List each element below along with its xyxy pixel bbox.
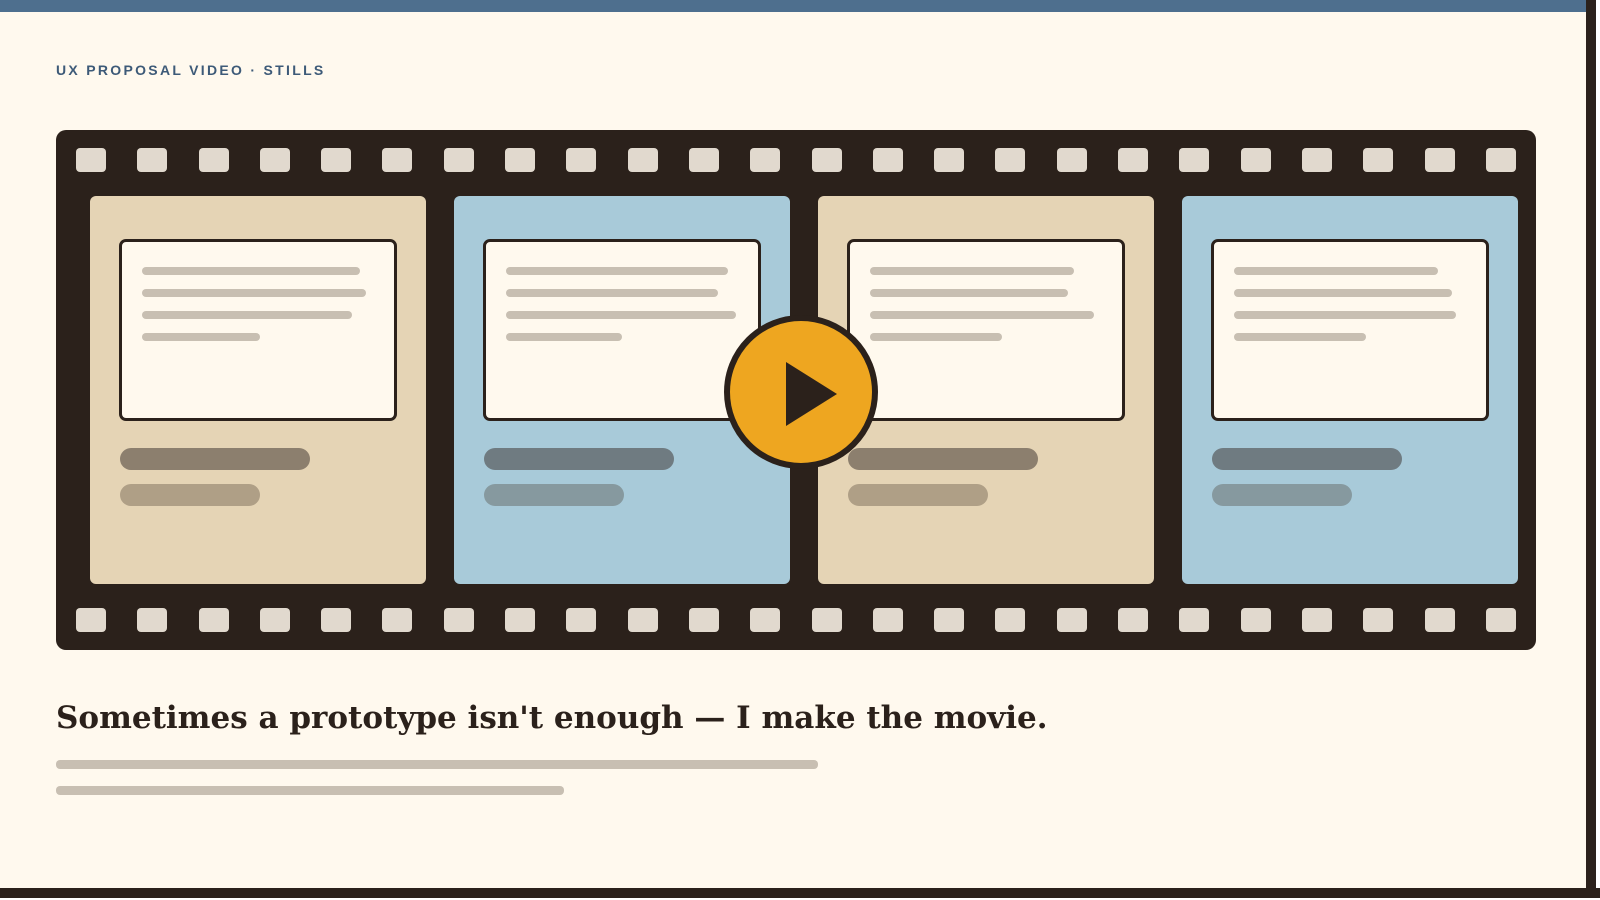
film-perforation — [1301, 148, 1332, 172]
play-icon — [786, 362, 837, 426]
film-perforation — [872, 148, 903, 172]
film-perforations-bottom — [76, 608, 1516, 632]
placeholder-line — [1234, 267, 1438, 275]
film-perforations-top — [76, 148, 1516, 172]
placeholder-line — [506, 311, 736, 319]
page-headline: Sometimes a prototype isn't enough — I m… — [56, 700, 1048, 736]
film-perforation — [198, 608, 229, 632]
placeholder-line — [142, 333, 260, 341]
play-video-button[interactable] — [724, 315, 878, 469]
mock-window — [119, 239, 397, 421]
placeholder-line — [870, 289, 1068, 297]
film-perforation — [934, 148, 965, 172]
mock-window — [847, 239, 1125, 421]
film-perforation — [259, 608, 290, 632]
mock-window — [1211, 239, 1489, 421]
placeholder-title-bar — [484, 448, 674, 470]
placeholder-line — [1234, 311, 1456, 319]
placeholder-line — [870, 311, 1094, 319]
film-perforation — [382, 608, 413, 632]
placeholder-line — [1234, 289, 1452, 297]
film-perforation — [505, 608, 536, 632]
film-perforation — [1485, 608, 1516, 632]
placeholder-line — [142, 289, 366, 297]
placeholder-line — [506, 333, 622, 341]
film-perforation — [995, 608, 1026, 632]
film-perforation — [76, 608, 106, 632]
placeholder-subtitle-bar — [848, 484, 988, 506]
film-perforation — [443, 148, 474, 172]
film-perforation — [1240, 608, 1271, 632]
film-frame-4 — [1182, 196, 1518, 584]
placeholder-subtitle-bar — [1212, 484, 1352, 506]
placeholder-line — [506, 267, 728, 275]
page-edge-right — [1586, 0, 1600, 900]
film-perforation — [382, 148, 413, 172]
film-perforation — [811, 148, 842, 172]
placeholder-line — [142, 267, 360, 275]
film-perforation — [627, 148, 658, 172]
film-perforation — [627, 608, 658, 632]
film-perforation — [137, 148, 168, 172]
placeholder-line — [142, 311, 352, 319]
placeholder-title-bar — [848, 448, 1038, 470]
film-perforation — [1179, 148, 1210, 172]
placeholder-subtitle-bar — [484, 484, 624, 506]
film-perforation — [750, 608, 781, 632]
film-perforation — [321, 608, 352, 632]
placeholder-title-bar — [1212, 448, 1402, 470]
film-perforation — [688, 608, 719, 632]
film-perforation — [1424, 148, 1455, 172]
film-perforation — [443, 608, 474, 632]
film-perforation — [811, 608, 842, 632]
top-accent-bar — [0, 0, 1600, 12]
film-perforation — [259, 148, 290, 172]
film-perforation — [198, 148, 229, 172]
placeholder-line — [1234, 333, 1366, 341]
film-perforation — [688, 148, 719, 172]
film-perforation — [995, 148, 1026, 172]
film-perforation — [1118, 608, 1149, 632]
film-perforation — [566, 608, 597, 632]
film-perforation — [1424, 608, 1455, 632]
placeholder-line — [506, 289, 718, 297]
film-perforation — [137, 608, 168, 632]
film-frame-1 — [90, 196, 426, 584]
film-perforation — [750, 148, 781, 172]
placeholder-title-bar — [120, 448, 310, 470]
film-perforation — [1363, 148, 1394, 172]
film-perforation — [1363, 608, 1394, 632]
mock-window — [483, 239, 761, 421]
film-perforation — [1301, 608, 1332, 632]
placeholder-line — [870, 333, 1002, 341]
page-edge-bottom — [0, 888, 1600, 900]
film-perforation — [1056, 608, 1087, 632]
film-perforation — [76, 148, 106, 172]
film-perforation — [1056, 148, 1087, 172]
film-perforation — [1240, 148, 1271, 172]
film-perforation — [321, 148, 352, 172]
film-perforation — [566, 148, 597, 172]
film-perforation — [934, 608, 965, 632]
film-perforation — [1118, 148, 1149, 172]
film-perforation — [1179, 608, 1210, 632]
placeholder-subtitle-bar — [120, 484, 260, 506]
film-perforation — [505, 148, 536, 172]
body-placeholder-line — [56, 786, 564, 795]
placeholder-line — [870, 267, 1074, 275]
film-perforation — [1485, 148, 1516, 172]
section-eyebrow: UX PROPOSAL VIDEO · STILLS — [56, 62, 326, 78]
body-placeholder-line — [56, 760, 818, 769]
film-perforation — [872, 608, 903, 632]
